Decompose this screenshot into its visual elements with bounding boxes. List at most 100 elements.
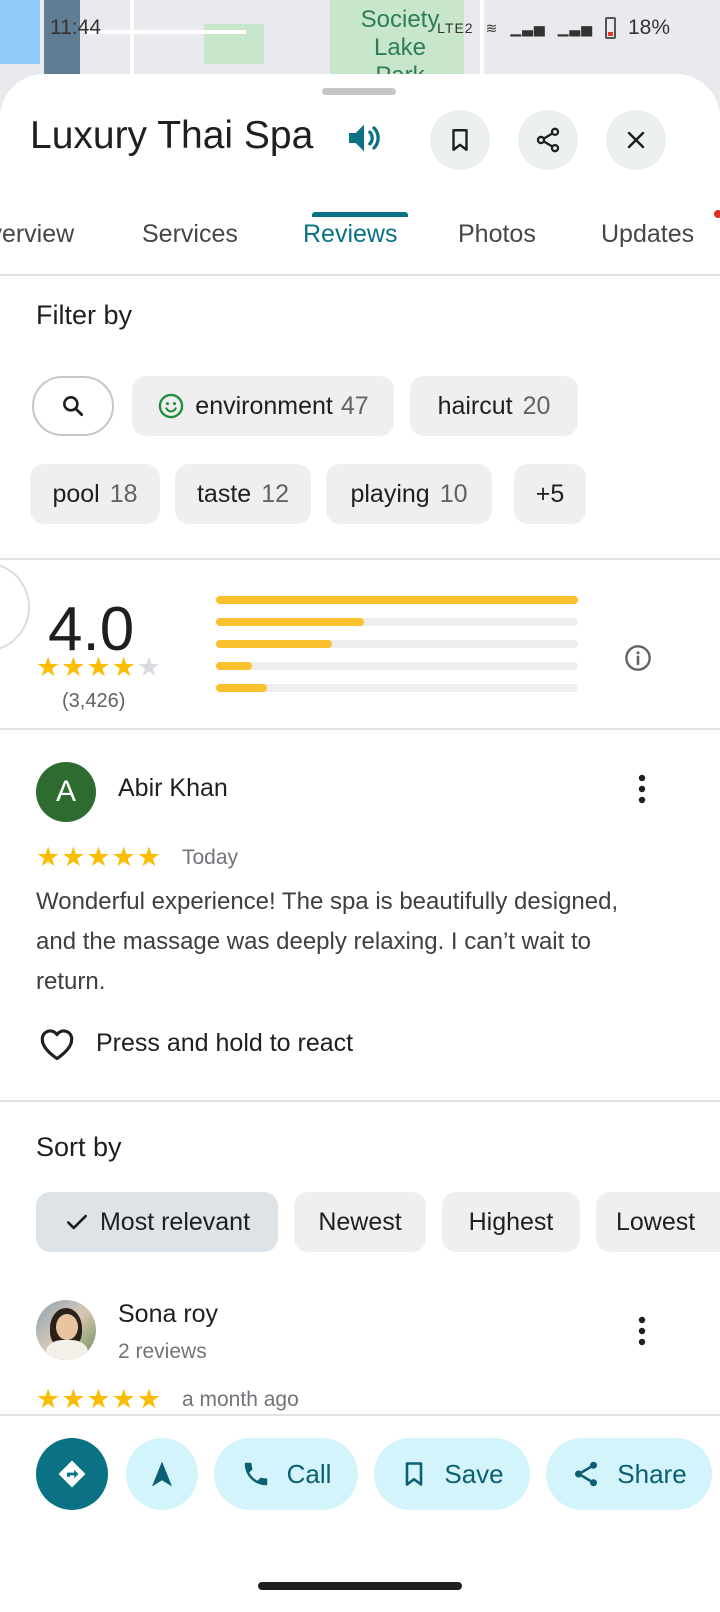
tab-updates[interactable]: Updates: [601, 220, 694, 249]
chip-count: 47: [340, 391, 369, 420]
filter-chip-playing[interactable]: playing 10: [326, 464, 492, 524]
rating-bar-fill: [216, 596, 578, 604]
search-reviews-button[interactable]: [32, 376, 114, 436]
sort-highest[interactable]: Highest: [442, 1192, 580, 1252]
chip-count: 10: [439, 479, 468, 508]
avatar-body: [46, 1340, 88, 1360]
sort-label: Newest: [318, 1207, 402, 1236]
save-button[interactable]: Save: [374, 1438, 530, 1510]
review-time: Today: [182, 846, 239, 869]
review-stars: ★★★★★: [36, 1384, 163, 1414]
save-place-button[interactable]: [430, 110, 490, 170]
map-water: [0, 0, 40, 64]
react-button[interactable]: Press and hold to react: [36, 1024, 353, 1062]
signal-icon-2: ▁▃▅: [557, 19, 593, 36]
rating-bar-4-star: [216, 618, 578, 626]
chip-label: taste: [196, 479, 252, 508]
filter-chip-taste[interactable]: taste 12: [175, 464, 311, 524]
divider: [0, 558, 720, 560]
call-label: Call: [286, 1458, 332, 1489]
rating-bar-fill: [216, 640, 332, 648]
share-icon: [575, 1461, 598, 1487]
divider: [0, 728, 720, 730]
tab-services[interactable]: Services: [142, 220, 238, 249]
rating-bar-5-star: [216, 596, 578, 604]
rating-bar-fill: [216, 684, 267, 692]
rating-count: (3,426): [62, 690, 126, 712]
reviewer-name[interactable]: Abir Khan: [118, 774, 228, 803]
bookmark-icon: [406, 1462, 423, 1486]
share-label: Share: [617, 1458, 687, 1489]
avatar[interactable]: [36, 1300, 96, 1360]
review-stars: ★★★★★: [36, 842, 163, 872]
share-button[interactable]: Share: [546, 1438, 712, 1510]
previous-arrow-button[interactable]: [0, 562, 30, 652]
rating-bar-fill: [216, 618, 365, 626]
search-icon: [63, 396, 84, 417]
home-indicator[interactable]: [258, 1582, 462, 1590]
chip-label: playing: [350, 479, 430, 508]
tab-photos[interactable]: Photos: [458, 220, 536, 249]
sort-newest[interactable]: Newest: [294, 1192, 426, 1252]
start-navigation-button[interactable]: [126, 1438, 198, 1510]
share-place-button[interactable]: [518, 110, 578, 170]
battery-icon: [604, 17, 616, 39]
tab-reviews[interactable]: Reviews: [303, 220, 397, 249]
info-icon[interactable]: [624, 644, 652, 672]
battery-percent: 18%: [627, 16, 670, 39]
place-title: Luxury Thai Spa: [30, 114, 314, 157]
filter-title: Filter by: [36, 300, 133, 330]
directions-icon: [58, 1460, 86, 1488]
average-stars: ★★★★★: [36, 652, 163, 682]
sort-label: Lowest: [616, 1207, 696, 1236]
reviewer-name[interactable]: Sona roy: [118, 1300, 218, 1329]
status-icons: LTE2 ≋ ▁▃▅ ▁▃▅ 18%: [437, 16, 670, 40]
chip-label: haircut: [437, 391, 513, 420]
rating-bar-fill: [216, 662, 253, 670]
drag-handle[interactable]: [322, 88, 396, 95]
check-icon: [67, 1214, 87, 1230]
active-tab-indicator: [312, 212, 408, 217]
phone-icon: [244, 1462, 267, 1486]
share-icon: [536, 127, 560, 153]
filter-chip-haircut[interactable]: haircut 20: [410, 376, 578, 436]
call-button[interactable]: Call: [214, 1438, 358, 1510]
avatar-face: [56, 1314, 78, 1340]
chip-count: 20: [522, 391, 551, 420]
directions-button[interactable]: [36, 1438, 108, 1510]
more-options-icon[interactable]: [638, 774, 646, 804]
sort-title: Sort by: [36, 1132, 122, 1162]
filter-chip-environment[interactable]: environment 47: [132, 376, 394, 436]
status-time: 11:44: [50, 16, 101, 39]
close-icon: [627, 131, 645, 149]
map-road: [130, 0, 134, 74]
network-label: LTE2: [437, 20, 474, 36]
map-road: [86, 30, 246, 34]
chip-count: 18: [109, 479, 138, 508]
wifi-icon: ≋: [485, 19, 499, 36]
smiley-icon: [159, 393, 184, 419]
tab-overview[interactable]: Overview: [0, 220, 74, 249]
reviewer-review-count: 2 reviews: [118, 1340, 207, 1363]
rating-bar-1-star: [216, 684, 578, 692]
sort-label: Highest: [468, 1207, 554, 1236]
navigation-arrow-icon: [152, 1461, 172, 1487]
updates-badge: [714, 210, 720, 218]
speaker-icon[interactable]: [344, 118, 384, 158]
close-button[interactable]: [606, 110, 666, 170]
react-label: Press and hold to react: [96, 1028, 354, 1057]
filter-chip-more[interactable]: +5: [514, 464, 586, 524]
sort-label: Most relevant: [99, 1207, 251, 1236]
avatar[interactable]: A: [36, 762, 96, 822]
place-sheet: Luxury Thai Spa Overview Services Review…: [0, 74, 720, 1612]
signal-icon: ▁▃▅: [510, 19, 546, 36]
chip-count: 12: [261, 479, 289, 508]
sort-most-relevant[interactable]: Most relevant: [36, 1192, 278, 1252]
sort-lowest[interactable]: Lowest: [596, 1192, 720, 1252]
chip-label: +5: [535, 479, 565, 508]
more-options-icon[interactable]: [638, 1316, 646, 1346]
filter-chip-pool[interactable]: pool 18: [30, 464, 160, 524]
review-text[interactable]: Wonderful experience! The spa is beautif…: [36, 882, 656, 1002]
review-time: a month ago: [182, 1388, 299, 1411]
rating-bar-3-star: [216, 640, 578, 648]
